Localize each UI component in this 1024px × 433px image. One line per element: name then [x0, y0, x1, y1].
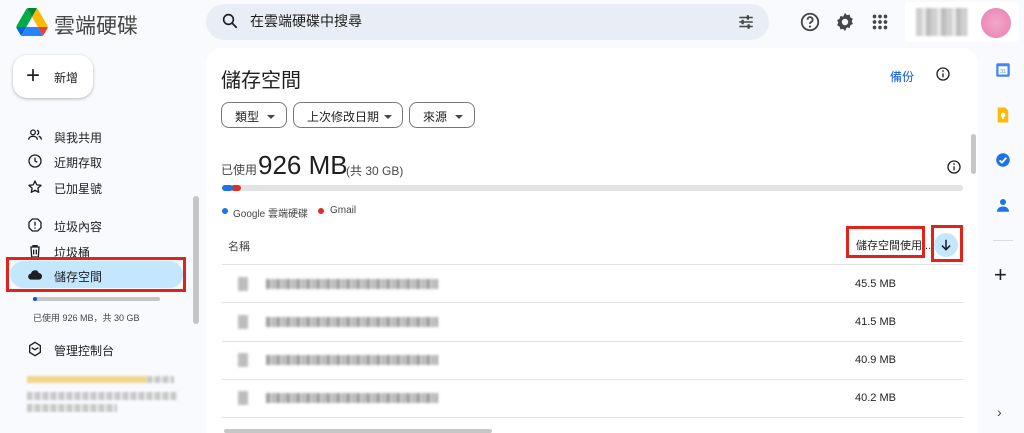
cloud-icon: [28, 270, 43, 280]
legend-dot-gmail: [318, 208, 324, 214]
annotation-highlight-box: [846, 226, 925, 258]
calendar-icon[interactable]: 31: [994, 61, 1012, 79]
chevron-right-icon[interactable]: ›: [997, 404, 1002, 420]
spam-icon: [28, 218, 42, 232]
filter-chip-label: 來源: [423, 110, 448, 124]
main-scrollbar[interactable]: [971, 134, 976, 174]
help-icon[interactable]: [799, 11, 821, 33]
info-icon[interactable]: [935, 66, 951, 82]
file-name-redacted: [266, 317, 438, 327]
file-name-redacted: [266, 355, 438, 365]
file-size: 45.5 MB: [855, 278, 896, 290]
horizontal-scrollbar[interactable]: [224, 429, 492, 433]
file-type-icon-redacted: [238, 315, 248, 329]
sidebar-item-label: 已加星號: [54, 182, 103, 196]
search-icon[interactable]: [221, 12, 239, 30]
usage-info-icon[interactable]: [946, 159, 962, 175]
file-name-redacted: [266, 393, 438, 403]
backup-link[interactable]: 備份: [890, 68, 914, 85]
new-button[interactable]: [13, 55, 93, 98]
redacted-text: [27, 392, 177, 400]
new-button-label: 新增: [54, 71, 79, 85]
plus-icon: +: [26, 62, 41, 89]
get-addons-plus-icon[interactable]: +: [994, 262, 1007, 288]
sidebar-item-label: 管理控制台: [54, 344, 115, 358]
usage-bar-drive: [222, 185, 234, 191]
search-input[interactable]: [250, 9, 720, 33]
legend-label-drive: Google 雲端硬碟: [233, 209, 309, 220]
page-title: 儲存空間: [221, 70, 301, 92]
sidebar-scrollbar[interactable]: [193, 196, 199, 324]
contacts-icon[interactable]: [994, 196, 1012, 214]
usage-total: (共 30 GB): [346, 164, 404, 178]
annotation-highlight-box: [931, 225, 963, 262]
drive-logo-icon: [16, 8, 48, 36]
sidebar-item-label: 垃圾內容: [54, 220, 103, 234]
app-title: 雲端硬碟: [54, 15, 138, 38]
legend-dot-drive: [222, 208, 228, 214]
usage-bar: [222, 185, 963, 191]
redacted-text: [147, 376, 174, 383]
sidebar-item-label: 與我共用: [54, 131, 103, 145]
search-options-icon[interactable]: [737, 13, 755, 31]
file-size: 40.2 MB: [855, 392, 896, 404]
storage-quota-bar-fill: [33, 297, 37, 301]
dropdown-caret-icon: [384, 115, 392, 119]
file-type-icon-redacted: [238, 391, 248, 405]
redacted-banner: [27, 376, 147, 383]
dropdown-caret-icon: [455, 115, 463, 119]
organization-logo-blurred: [916, 8, 968, 36]
admin-shield-icon: [29, 341, 41, 357]
storage-quota-text: 已使用 926 MB，共 30 GB: [33, 313, 140, 323]
usage-amount: 926 MB: [258, 150, 348, 180]
file-size: 40.9 MB: [855, 354, 896, 366]
file-size: 41.5 MB: [855, 316, 896, 328]
sidebar-item-label: 儲存空間: [54, 270, 103, 284]
usage-prefix: 已使用: [221, 163, 258, 177]
storage-quota-bar: [33, 297, 160, 301]
redacted-text: [27, 404, 117, 412]
tasks-icon[interactable]: [994, 151, 1012, 169]
row-divider: [222, 417, 963, 418]
apps-grid-icon[interactable]: [869, 11, 891, 33]
file-type-icon-redacted: [238, 277, 248, 291]
sidebar-item-label: 近期存取: [54, 156, 103, 170]
column-header-name[interactable]: 名稱: [228, 238, 250, 254]
file-name-redacted: [266, 279, 438, 289]
settings-gear-icon[interactable]: [834, 11, 856, 33]
keep-icon[interactable]: [994, 106, 1012, 124]
star-icon: [28, 180, 42, 193]
filter-chip-label: 上次修改日期: [307, 110, 380, 124]
file-type-icon-redacted: [238, 353, 248, 367]
svg-text:31: 31: [1000, 69, 1006, 75]
legend-label-gmail: Gmail: [330, 205, 357, 216]
user-avatar[interactable]: [981, 8, 1011, 38]
rail-divider: [993, 240, 1013, 241]
people-icon: [28, 129, 42, 140]
filter-chip-label: 類型: [235, 110, 260, 124]
clock-icon: [28, 154, 42, 168]
dropdown-caret-icon: [267, 115, 275, 119]
